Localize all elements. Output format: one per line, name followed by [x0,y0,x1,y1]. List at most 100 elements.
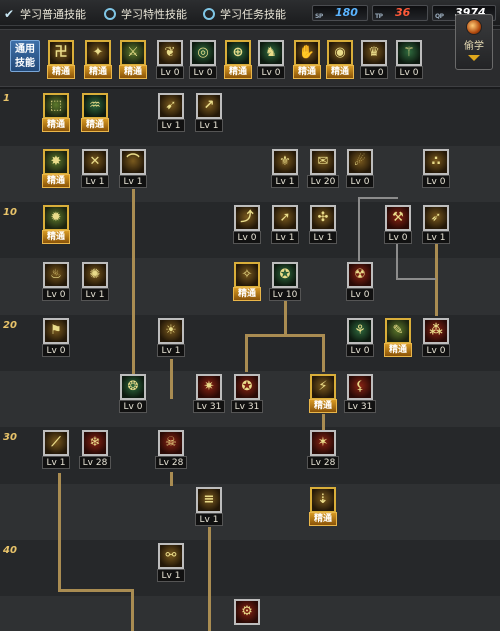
steal-learn-button[interactable]: 偷学 [455,14,493,70]
skill-level-label: Lv 0 [422,175,450,188]
skill-connector [245,334,248,372]
tree-skill-13[interactable]: ⤴ Lv 0 [233,205,261,244]
tree-skill-2[interactable]: ♒ 精通 [81,93,109,132]
skill-level-label: Lv 1 [271,231,299,244]
tree-skill-37[interactable]: ≡ Lv 1 [195,487,223,526]
skill-glyph: ⚜ [279,154,291,169]
mastery-badge: 精通 [309,399,337,413]
level-marker-40: 40 [3,545,17,556]
tab-quest-skills[interactable]: 学习任务技能 [203,6,286,22]
tree-skill-34[interactable]: ❄ Lv 28 [79,430,111,469]
tree-skill-23[interactable]: ⚑ Lv 0 [42,318,70,357]
tree-skill-35[interactable]: ☠ Lv 28 [155,430,187,469]
sp-value: 180 [335,6,358,19]
skill-level-label: Lv 0 [360,66,388,79]
tree-skill-25[interactable]: ⚘ Lv 0 [346,318,374,357]
skill-level-label: Lv 1 [271,175,299,188]
radio-icon [203,8,215,20]
skill-glyph: ➚ [279,210,291,225]
tree-skill-33[interactable]: ⟋ Lv 1 [42,430,70,469]
tree-skill-16[interactable]: ⚒ Lv 0 [384,205,412,244]
skill-tree: 1 10 20 30 40 ⬚ 精通 ♒ 精通 ➹ Lv 1 ↗ Lv 1 ✸ 精通 ✕ Lv 1 ⌒ L… [0,89,500,631]
tree-skill-40[interactable]: ⚙ [234,599,260,625]
skill-glyph: ⚘ [354,323,366,338]
tree-skill-11[interactable]: ∴ Lv 0 [422,149,450,188]
skill-icon: ➶ [423,205,449,231]
skill-level-label: Lv 28 [79,456,111,469]
skill-level-label: Lv 31 [231,400,263,413]
tree-skill-18[interactable]: ♨ Lv 0 [42,262,70,301]
tree-skill-3[interactable]: ➹ Lv 1 [157,93,185,132]
tree-skill-32[interactable]: ⚸ Lv 31 [344,374,376,413]
tree-skill-29[interactable]: ✷ Lv 31 [193,374,225,413]
skill-glyph: ⚔ [127,45,139,60]
tree-skill-14[interactable]: ➚ Lv 1 [271,205,299,244]
skill-glyph: ◎ [197,45,209,60]
tree-skill-1[interactable]: ⬚ 精通 [42,93,70,132]
common-skill-2[interactable]: ✦ 精通 [84,40,112,79]
skill-connector [396,278,436,280]
tab-label: 学习任务技能 [220,8,286,21]
tree-skill-39[interactable]: ⚯ Lv 1 [157,543,185,582]
common-skill-6[interactable]: ⊕ 精通 [224,40,252,79]
tab-normal-skills[interactable]: ✔ 学习普通技能 [4,6,86,22]
common-skill-9[interactable]: ◉ 精通 [326,40,354,79]
tree-skill-22[interactable]: ☢ Lv 0 [346,262,374,301]
common-skill-11[interactable]: ⚚ Lv 0 [395,40,423,79]
skill-level-label: Lv 1 [157,344,185,357]
skill-icon: ↗ [196,93,222,119]
tree-skill-7[interactable]: ⌒ Lv 1 [119,149,147,188]
skill-icon: ✉ [310,149,336,175]
skill-connector [396,244,398,280]
tab-special-skills[interactable]: 学习特性技能 [104,6,187,22]
common-skill-8[interactable]: ✋ 精通 [293,40,321,79]
skill-glyph: ✺ [89,267,101,282]
skill-level-label: Lv 0 [189,66,217,79]
skill-glyph: ☄ [354,154,366,169]
mastery-badge: 精通 [84,65,112,79]
tree-skill-17[interactable]: ➶ Lv 1 [422,205,450,244]
tree-skill-26[interactable]: ✎ 精通 [384,318,412,357]
tree-skill-4[interactable]: ↗ Lv 1 [195,93,223,132]
tree-skill-20[interactable]: ✧ 精通 [233,262,261,301]
common-skill-1[interactable]: 卍精通 [47,40,75,79]
tree-skill-31[interactable]: ⚡ 精通 [309,374,337,413]
skill-connector [131,589,134,631]
skill-glyph: ❦ [164,45,176,60]
sp-icon: SP [315,13,323,20]
tree-skill-8[interactable]: ⚜ Lv 1 [271,149,299,188]
skill-level-label: Lv 0 [346,344,374,357]
mastery-badge: 精通 [309,512,337,526]
tree-skill-15[interactable]: ✣ Lv 1 [309,205,337,244]
tree-skill-12[interactable]: ✹ 精通 [42,205,70,244]
tree-skill-27[interactable]: ⁂ Lv 0 [422,318,450,357]
skill-level-label: Lv 10 [269,288,301,301]
skill-glyph: ⟋ [51,435,61,450]
skill-level-label: Lv 0 [346,288,374,301]
skill-icon: ✦ [85,40,111,66]
tree-skill-38[interactable]: ⇣ 精通 [309,487,337,526]
skill-icon: ⌒ [120,149,146,175]
common-skill-7[interactable]: ♞ Lv 0 [257,40,285,79]
skill-glyph: ✦ [92,45,104,60]
skill-icon: ◎ [190,40,216,66]
tree-skill-24[interactable]: ☀ Lv 1 [157,318,185,357]
tree-skill-5[interactable]: ✸ 精通 [42,149,70,188]
common-skill-5[interactable]: ◎ Lv 0 [189,40,217,79]
tree-skill-6[interactable]: ✕ Lv 1 [81,149,109,188]
tree-skill-19[interactable]: ✺ Lv 1 [81,262,109,301]
tree-skill-21[interactable]: ✪ Lv 10 [269,262,301,301]
tree-skill-30[interactable]: ✪ Lv 31 [231,374,263,413]
skill-level-label: Lv 1 [81,175,109,188]
skill-connector [132,189,135,377]
tree-skill-10[interactable]: ☄ Lv 0 [346,149,374,188]
tree-skill-36[interactable]: ✶ Lv 28 [307,430,339,469]
tree-skill-9[interactable]: ✉ Lv 20 [307,149,339,188]
common-skills-label: 通用技能 [10,40,40,72]
common-skill-4[interactable]: ❦ Lv 0 [156,40,184,79]
mastery-badge: 精通 [293,65,321,79]
common-skill-10[interactable]: ♛ Lv 0 [360,40,388,79]
tree-skill-28[interactable]: ❂ Lv 0 [119,374,147,413]
skill-icon: 卍 [48,40,74,66]
common-skill-3[interactable]: ⚔ 精通 [119,40,147,79]
